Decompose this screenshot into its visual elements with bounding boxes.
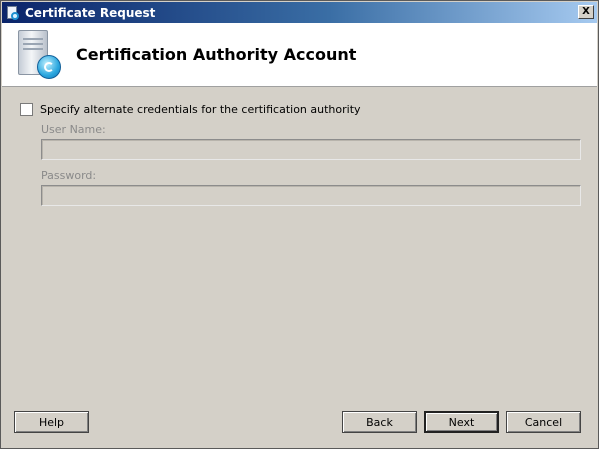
username-label: User Name: — [41, 123, 106, 136]
wizard-header: Certification Authority Account — [2, 23, 597, 87]
help-button[interactable]: Help — [14, 411, 89, 433]
back-button[interactable]: Back — [342, 411, 417, 433]
certificate-server-icon — [18, 30, 64, 80]
certificate-icon — [6, 5, 20, 20]
next-button[interactable]: Next — [424, 411, 499, 433]
password-label: Password: — [41, 169, 97, 182]
page-title: Certification Authority Account — [76, 45, 357, 64]
close-icon: X — [582, 6, 590, 17]
title-bar[interactable]: Certificate Request X — [2, 2, 597, 23]
alternate-credentials-label[interactable]: Specify alternate credentials for the ce… — [40, 103, 361, 116]
window-title: Certificate Request — [25, 5, 156, 20]
cancel-button[interactable]: Cancel — [506, 411, 581, 433]
alternate-credentials-checkbox[interactable] — [20, 103, 33, 116]
password-field[interactable] — [41, 185, 581, 206]
certificate-request-dialog: Certificate Request X Certification Auth… — [0, 0, 599, 449]
close-button[interactable]: X — [578, 5, 594, 19]
alternate-credentials-row[interactable]: Specify alternate credentials for the ce… — [20, 103, 361, 116]
username-field[interactable] — [41, 139, 581, 160]
